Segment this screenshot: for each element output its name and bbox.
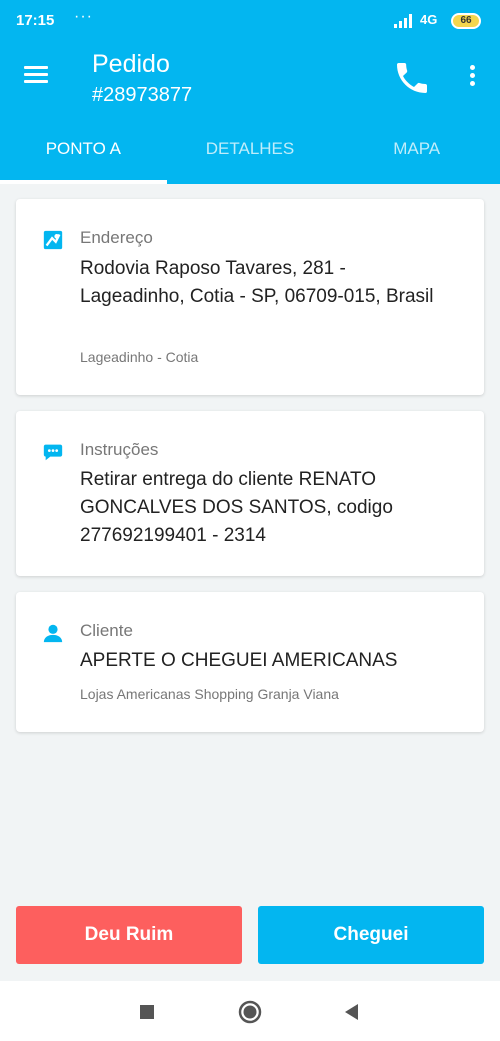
phone-icon[interactable] bbox=[392, 58, 432, 98]
instructions-label: Instruções bbox=[80, 440, 159, 459]
network-type: 4G bbox=[420, 12, 438, 27]
status-dots: ··· bbox=[74, 8, 93, 25]
back-icon[interactable] bbox=[337, 997, 367, 1027]
deu-ruim-button[interactable]: Deu Ruim bbox=[16, 906, 242, 964]
person-icon bbox=[43, 624, 63, 643]
battery-icon: 66 bbox=[451, 13, 481, 29]
cheguei-button[interactable]: Cheguei bbox=[258, 906, 484, 964]
client-store: Lojas Americanas Shopping Granja Viana bbox=[80, 686, 339, 702]
signal-icon bbox=[394, 14, 412, 28]
instructions-card: Instruções Retirar entrega do cliente RE… bbox=[16, 411, 484, 576]
map-icon bbox=[43, 230, 63, 250]
client-value: APERTE O CHEGUEI AMERICANAS bbox=[80, 650, 398, 671]
tab-ponto-a[interactable]: PONTO A bbox=[0, 122, 167, 184]
status-time: 17:15 bbox=[16, 12, 55, 29]
chat-icon bbox=[43, 444, 63, 461]
more-vert-icon[interactable] bbox=[460, 62, 484, 94]
address-value: Rodovia Raposo Tavares, 281 - Lageadinho… bbox=[80, 258, 434, 307]
android-nav-bar bbox=[0, 981, 500, 1041]
client-card: Cliente APERTE O CHEGUEI AMERICANAS Loja… bbox=[16, 592, 484, 732]
recents-icon[interactable] bbox=[132, 997, 162, 1027]
instructions-value: Retirar entrega do cliente RENATO GONCAL… bbox=[80, 469, 393, 546]
client-label: Cliente bbox=[80, 621, 133, 640]
hamburger-menu-icon[interactable] bbox=[20, 62, 52, 94]
app-bar: 17:15 ··· 4G 66 Pedido #28973877 PONTO A… bbox=[0, 0, 500, 184]
order-number: #28973877 bbox=[92, 84, 193, 106]
tab-detalhes[interactable]: DETALHES bbox=[167, 122, 334, 184]
tab-bar: PONTO A DETALHES MAPA bbox=[0, 122, 500, 184]
home-icon[interactable] bbox=[235, 997, 265, 1027]
tab-mapa[interactable]: MAPA bbox=[333, 122, 500, 184]
address-card: Endereço Rodovia Raposo Tavares, 281 - L… bbox=[16, 199, 484, 395]
address-label: Endereço bbox=[80, 228, 153, 247]
address-area: Lageadinho - Cotia bbox=[80, 349, 199, 365]
page-title: Pedido bbox=[92, 50, 170, 78]
status-bar: 17:15 ··· 4G 66 bbox=[0, 0, 500, 44]
